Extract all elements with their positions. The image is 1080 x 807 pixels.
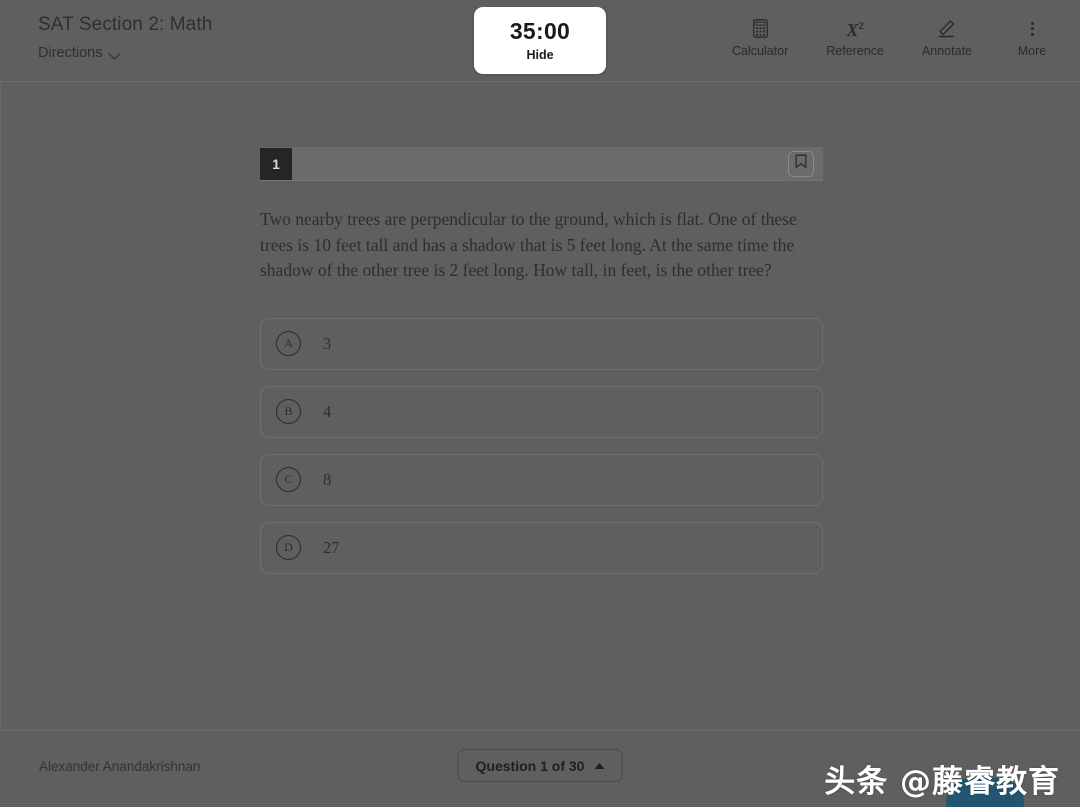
bookmark-icon (795, 154, 807, 174)
answer-choice-b[interactable]: B 4 (260, 385, 823, 438)
reference-button[interactable]: X2 Reference (826, 18, 884, 59)
question-number-badge: 1 (260, 147, 292, 180)
answer-choice-c[interactable]: C 8 (260, 453, 823, 506)
choice-text-d: 27 (323, 537, 340, 557)
directions-label: Directions (38, 45, 103, 61)
question-panel: 1 Two nearby trees are perpendicular to … (260, 147, 823, 574)
answer-choice-d[interactable]: D 27 (260, 521, 823, 574)
question-navigator-label: Question 1 of 30 (475, 757, 585, 774)
choice-letter-c: C (276, 467, 301, 492)
calculator-label: Calculator (731, 44, 789, 58)
calculator-button[interactable]: Calculator (732, 18, 788, 59)
question-header-bar: 1 (260, 147, 823, 181)
student-name: Alexander Anandakrishnan (39, 759, 201, 774)
choice-letter-d: D (276, 535, 301, 560)
pencil-underline-icon (937, 18, 957, 39)
bookmark-button[interactable] (788, 150, 814, 177)
main-content: 1 Two nearby trees are perpendicular to … (0, 82, 1080, 730)
reference-label: Reference (826, 44, 884, 58)
annotate-label: Annotate (921, 44, 972, 58)
timer-card[interactable]: 35:00 Hide (474, 7, 606, 74)
more-vertical-dots-icon (1030, 18, 1034, 39)
more-button[interactable]: More (1010, 18, 1054, 59)
answer-choices: A 3 B 4 C 8 D 27 (260, 317, 823, 574)
header-tools: Calculator X2 Reference Annotate More (732, 18, 1054, 59)
choice-letter-b: B (276, 399, 301, 424)
sat-test-app: SAT Section 2: Math Directions 35:00 Hid… (0, 0, 1080, 807)
app-header: SAT Section 2: Math Directions 35:00 Hid… (0, 0, 1080, 82)
timer-value: 35:00 (509, 18, 571, 44)
choice-text-a: 3 (323, 333, 332, 353)
page-title: SAT Section 2: Math (38, 14, 213, 35)
choice-text-b: 4 (323, 401, 332, 421)
app-footer: Alexander Anandakrishnan Question 1 of 3… (0, 730, 1080, 807)
timer-hide-button[interactable]: Hide (526, 47, 553, 63)
header-left-group: SAT Section 2: Math Directions (38, 12, 212, 63)
chevron-down-icon (109, 49, 122, 57)
calculator-icon (752, 18, 768, 39)
choice-letter-a: A (276, 331, 301, 356)
choice-text-c: 8 (323, 469, 332, 489)
annotate-button[interactable]: Annotate (922, 18, 972, 59)
question-text: Two nearby trees are perpendicular to th… (260, 209, 797, 280)
question-navigator-button[interactable]: Question 1 of 30 (457, 749, 623, 782)
answer-choice-a[interactable]: A 3 (260, 317, 823, 370)
directions-button[interactable]: Directions (38, 43, 122, 63)
reference-x-squared-icon: X2 (846, 20, 864, 40)
more-label: More (1017, 44, 1047, 58)
caret-up-icon (594, 762, 605, 769)
